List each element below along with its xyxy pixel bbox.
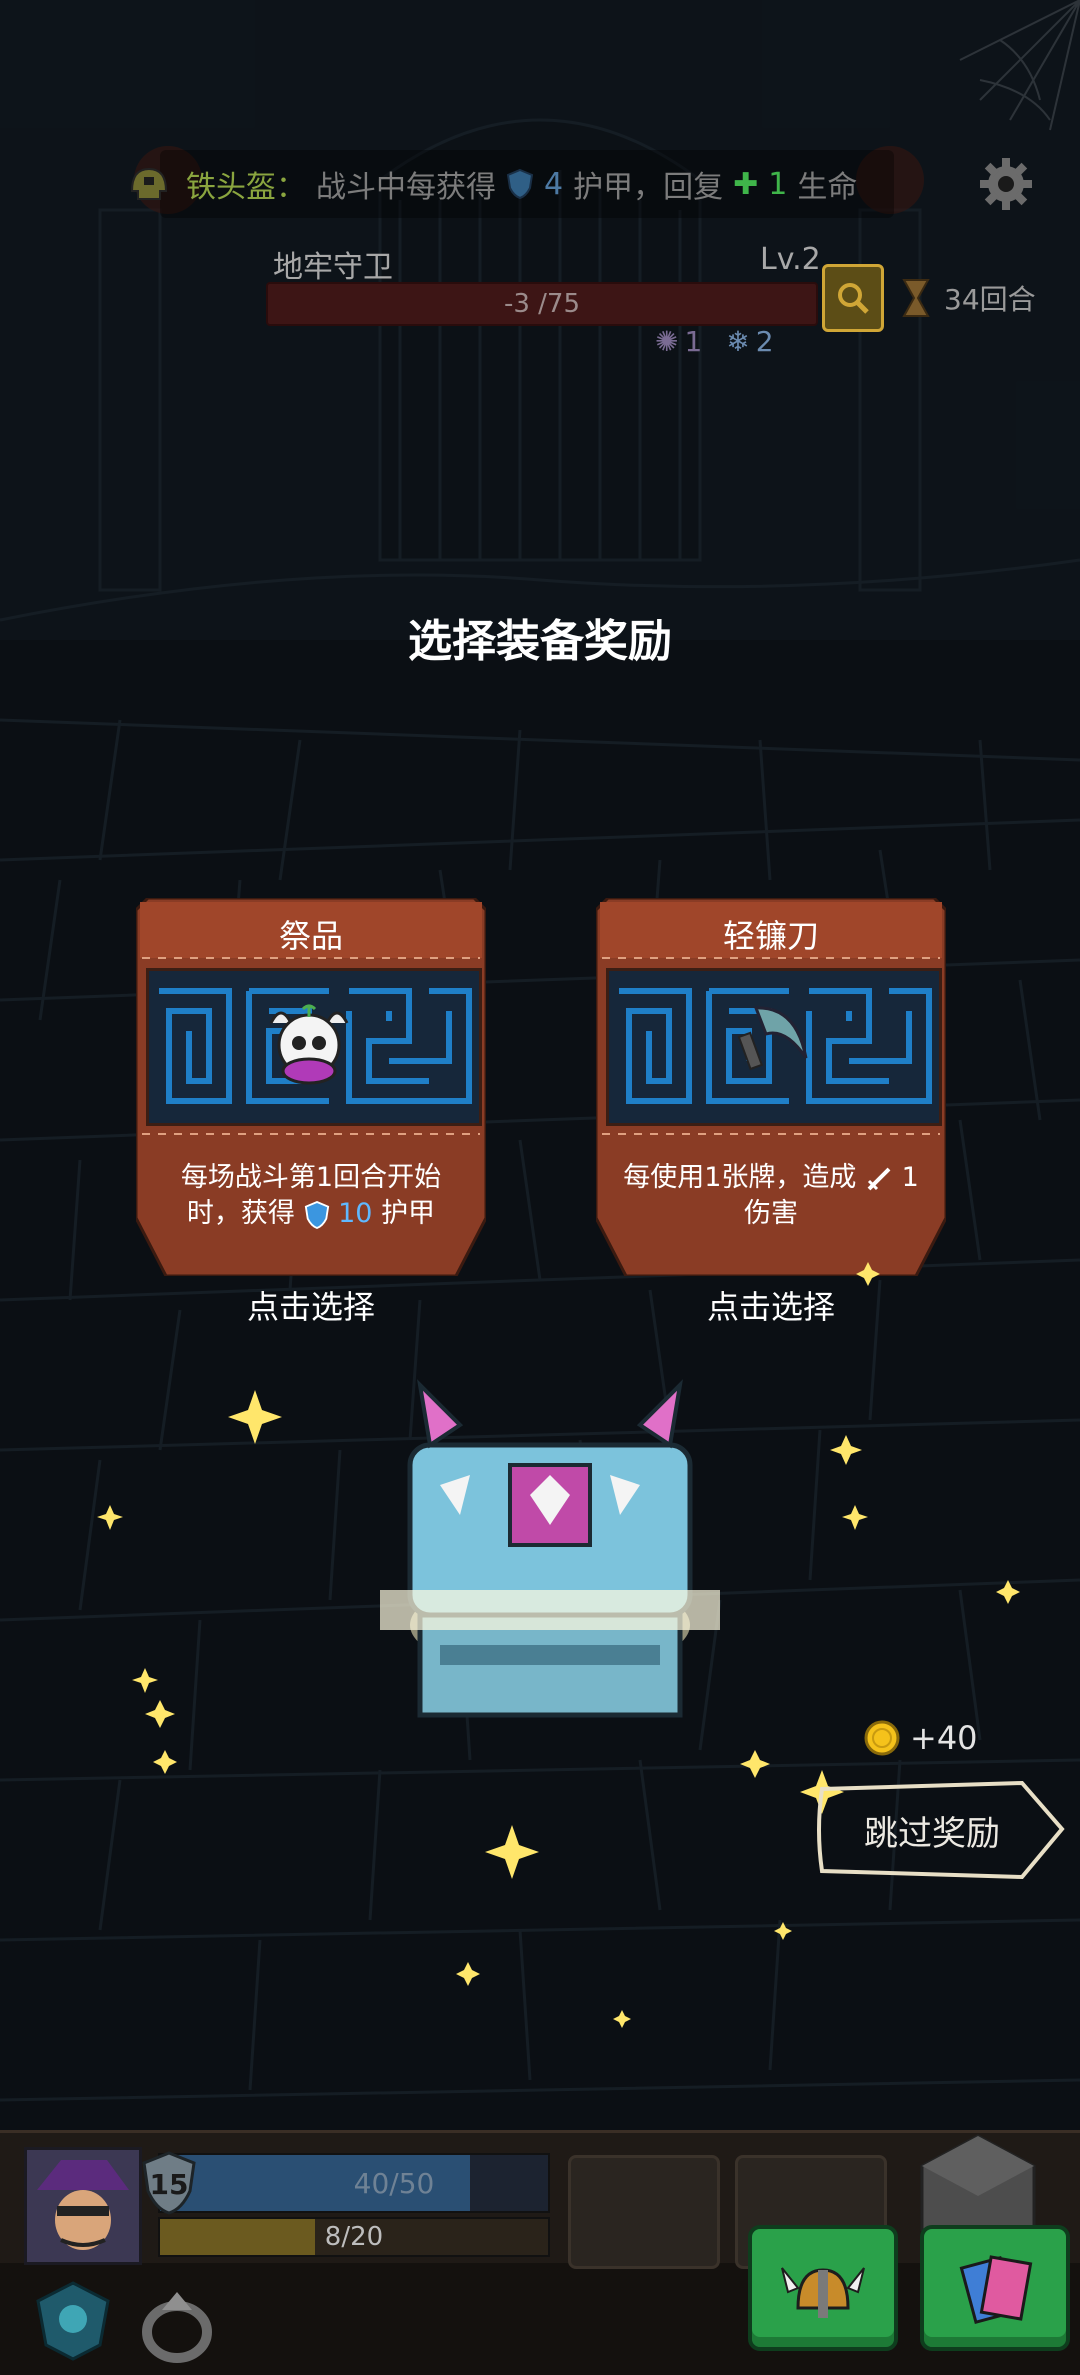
equipment-slot-1[interactable]	[568, 2155, 720, 2269]
player-hp-text: 40/50	[353, 2166, 435, 2200]
sparkles-decoration	[97, 1262, 1020, 2028]
player-energy-text: 8/20	[324, 2222, 384, 2252]
card-deck-button[interactable]	[920, 2225, 1070, 2351]
ring-icon	[142, 2292, 212, 2363]
viking-helmet-icon	[781, 2267, 865, 2318]
equipment-button[interactable]	[748, 2225, 898, 2351]
player-avatar[interactable]	[24, 2147, 142, 2265]
cards-icon	[959, 2255, 1033, 2325]
player-level-badge: 15	[140, 2151, 198, 2217]
player-energy-bar: 8/20	[158, 2217, 550, 2257]
crest-icon	[36, 2281, 110, 2361]
avatar-icon	[27, 2150, 139, 2262]
coin-reward: +40	[862, 1718, 978, 1758]
skip-reward-button[interactable]: 跳过奖励	[812, 1775, 1070, 1885]
player-hp-bar: 40/50	[158, 2153, 550, 2213]
coin-reward-amount: +40	[910, 1719, 978, 1757]
coin-icon	[864, 1720, 900, 1756]
player-level: 15	[149, 2167, 189, 2201]
skip-reward-label: 跳过奖励	[864, 1813, 1000, 1854]
bottom-hud: 40/50 15 8/20	[0, 2130, 1080, 2375]
treasure-chest	[380, 1379, 720, 1718]
